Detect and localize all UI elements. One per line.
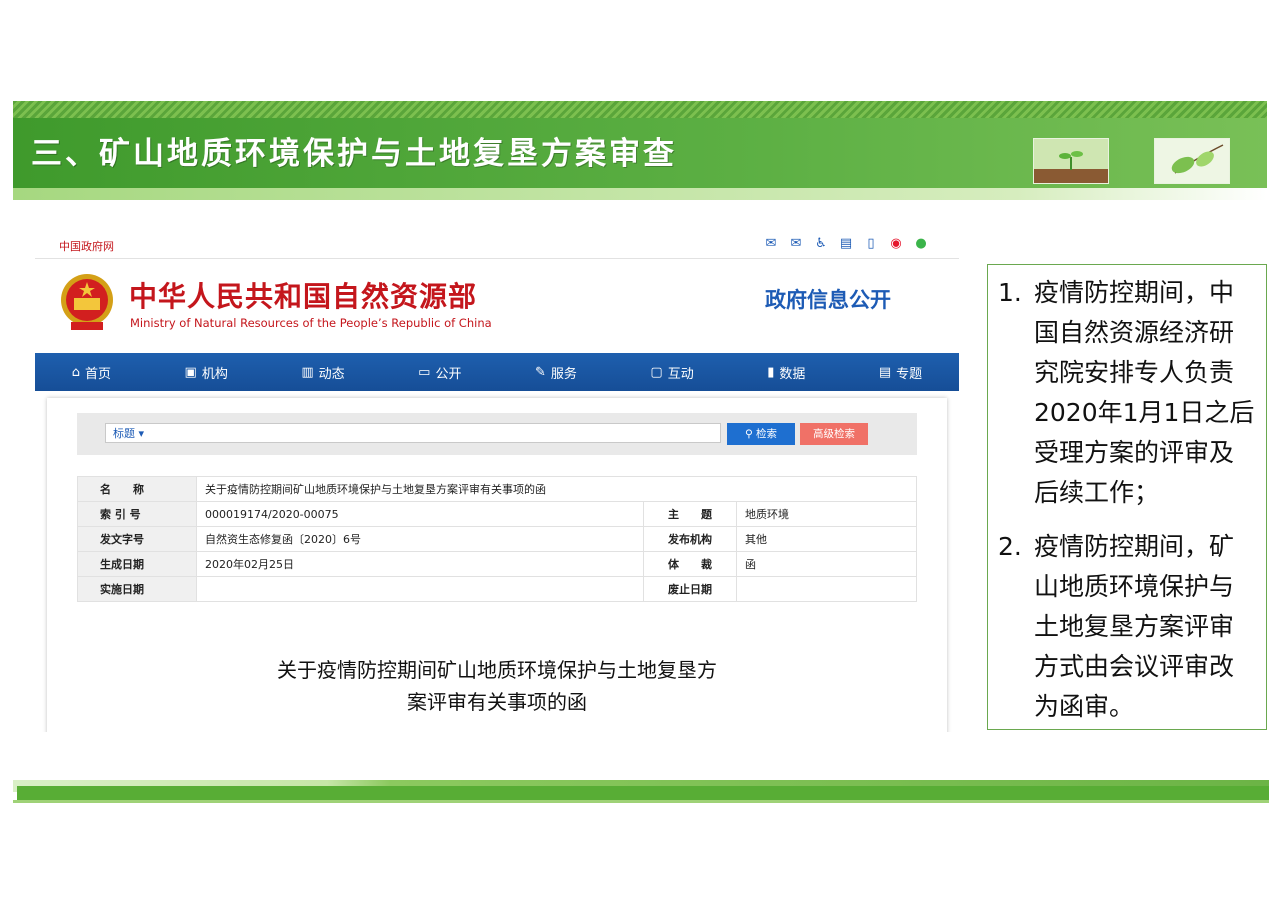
document-title: 关于疫情防控期间矿山地质环境保护与土地复垦方 案评审有关事项的函 <box>277 658 717 714</box>
title-underline <box>13 188 1267 200</box>
mail-icon[interactable]: ✉ <box>763 236 779 252</box>
list-item: 2. 疫情防控期间，矿山地质环境保护与土地复垦方案评审方式由会议评审改为函审。 <box>998 532 1235 721</box>
meta-label: 废止日期 <box>643 576 737 602</box>
book-icon: ▥ <box>301 364 314 380</box>
meta-label: 发布机构 <box>643 526 737 552</box>
share-icons: ✉ ✉ ♿ ▤ ▯ ◉ ● <box>763 236 929 252</box>
meta-value: 地质环境 <box>736 501 917 527</box>
footer-stripe <box>17 786 1269 800</box>
main-nav: ⌂ 首页 ▣ 机构 ▥ 动态 ▭ 公开 ✎ 服务 ▢ 互动 ▮ 数据 ▤ 专题 <box>35 353 959 391</box>
nav-item-interact[interactable]: ▢ 互动 <box>650 363 693 382</box>
meta-label: 名 称 <box>77 476 197 502</box>
search-button[interactable]: ⚲ 检索 <box>727 423 795 445</box>
section-title: 政府信息公开 <box>765 288 891 312</box>
national-emblem-icon <box>57 272 117 334</box>
meta-value: 函 <box>736 551 917 577</box>
sprout-image <box>1033 138 1109 184</box>
search-input[interactable]: 标题 ▾ <box>105 423 721 443</box>
meta-value: 其他 <box>736 526 917 552</box>
meta-value: 关于疫情防控期间矿山地质环境保护与土地复垦方案评审有关事项的函 <box>196 476 917 502</box>
nav-item-news[interactable]: ▥ 动态 <box>301 363 344 382</box>
org-icon: ▣ <box>184 364 197 380</box>
advanced-search-button[interactable]: 高级检索 <box>800 423 868 445</box>
search-icon: ⚲ <box>744 428 757 440</box>
nav-item-service[interactable]: ✎ 服务 <box>535 363 577 382</box>
leaves-image <box>1154 138 1230 184</box>
meta-label: 发文字号 <box>77 526 197 552</box>
header-stripe <box>13 101 1267 118</box>
ministry-name-en: Ministry of Natural Resources of the Peo… <box>130 316 492 330</box>
bar-chart-icon: ▮ <box>767 364 775 380</box>
meta-value: 000019174/2020-00075 <box>196 501 644 527</box>
nav-item-org[interactable]: ▣ 机构 <box>185 363 228 382</box>
envelope-icon[interactable]: ✉ <box>788 236 804 252</box>
meta-label: 生成日期 <box>77 551 197 577</box>
notes-list: 1. 疫情防控期间，中国自然资源经济研究院安排专人负责2020年1月1日之后受理方… <box>996 273 1258 727</box>
nav-item-public[interactable]: ▭ 公开 <box>418 363 461 382</box>
meta-label: 索 引 号 <box>77 501 197 527</box>
edit-icon: ✎ <box>534 364 546 380</box>
document-meta-table: 名 称 关于疫情防控期间矿山地质环境保护与土地复垦方案评审有关事项的函 索 引 … <box>77 476 917 602</box>
gov-portal-link[interactable]: 中国政府网 <box>59 238 114 254</box>
topic-icon: ▤ <box>878 364 892 380</box>
weibo-icon[interactable]: ◉ <box>888 236 904 252</box>
wechat-icon[interactable]: ● <box>913 236 929 252</box>
meta-label: 主 题 <box>643 501 737 527</box>
website-screenshot: 中国政府网 ✉ ✉ ♿ ▤ ▯ ◉ ● 中华人民共和国自然资源部 Ministr… <box>35 226 959 732</box>
meta-value <box>196 576 644 602</box>
nav-item-home[interactable]: ⌂ 首页 <box>72 363 111 382</box>
header-divider <box>35 258 959 259</box>
meta-value <box>736 576 917 602</box>
meta-label: 体 裁 <box>643 551 737 577</box>
mobile-icon[interactable]: ▯ <box>863 236 879 252</box>
notes-box: 1. 疫情防控期间，中国自然资源经济研究院安排专人负责2020年1月1日之后受理方… <box>987 264 1267 730</box>
content-panel: 标题 ▾ ⚲ 检索 高级检索 名 称 关于疫情防控期间矿山地质环境保护与土地复垦… <box>47 398 947 732</box>
monitor-icon: ▭ <box>418 364 431 380</box>
ministry-name-cn: 中华人民共和国自然资源部 <box>129 280 478 313</box>
accessibility-icon[interactable]: ♿ <box>813 236 829 252</box>
home-icon: ⌂ <box>71 364 81 380</box>
footer-line <box>13 800 1269 803</box>
search-field-select[interactable]: 标题 ▾ <box>113 427 144 440</box>
meta-value: 自然资生态修复函〔2020〕6号 <box>196 526 644 552</box>
search-bar: 标题 ▾ ⚲ 检索 高级检索 <box>77 413 917 455</box>
meta-label: 实施日期 <box>77 576 197 602</box>
chat-icon: ▢ <box>650 364 663 380</box>
screen-reader-icon[interactable]: ▤ <box>838 236 854 252</box>
nav-item-data[interactable]: ▮ 数据 <box>767 363 805 382</box>
meta-value: 2020年02月25日 <box>196 551 644 577</box>
list-item: 1. 疫情防控期间，中国自然资源经济研究院安排专人负责2020年1月1日之后受理方… <box>998 278 1255 507</box>
nav-item-topic[interactable]: ▤ 专题 <box>879 363 922 382</box>
slide-title: 三、矿山地质环境保护与土地复垦方案审查 <box>31 136 677 172</box>
